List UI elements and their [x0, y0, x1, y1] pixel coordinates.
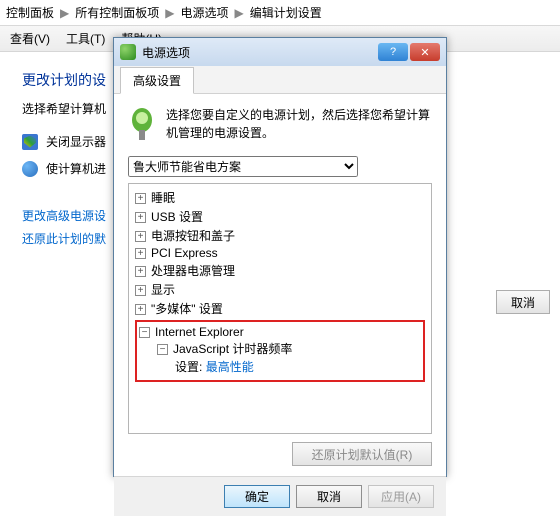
menu-view[interactable]: 查看(V) — [10, 30, 50, 47]
expand-icon[interactable]: + — [135, 231, 146, 242]
crumb-edit-plan[interactable]: 编辑计划设置 — [250, 4, 322, 21]
expand-icon[interactable]: + — [135, 304, 146, 315]
ok-button[interactable]: 确定 — [224, 485, 290, 508]
crumb-all-items[interactable]: 所有控制面板项 — [75, 4, 159, 21]
dialog-titlebar[interactable]: 电源选项 ? ✕ — [114, 38, 446, 66]
tree-item-sleep[interactable]: +睡眠 — [135, 188, 425, 207]
tab-advanced-settings[interactable]: 高级设置 — [120, 67, 194, 94]
settings-tree[interactable]: +睡眠 +USB 设置 +电源按钮和盖子 +PCI Express +处理器电源… — [128, 183, 432, 434]
tree-item-display[interactable]: +显示 — [135, 280, 425, 299]
tree-item-setting-value[interactable]: 设置: 最高性能 — [175, 357, 421, 376]
power-plan-icon — [128, 106, 156, 146]
expand-icon[interactable]: + — [135, 285, 146, 296]
crumb-power-options[interactable]: 电源选项 — [181, 4, 229, 21]
highlighted-region: −Internet Explorer −JavaScript 计时器频率 设置:… — [135, 320, 425, 382]
expand-icon[interactable]: + — [135, 266, 146, 277]
label-sleep-computer: 使计算机进 — [46, 160, 106, 177]
restore-defaults-button[interactable]: 还原计划默认值(R) — [292, 442, 432, 466]
chevron-right-icon: ▶ — [60, 6, 69, 20]
breadcrumb[interactable]: 控制面板 ▶ 所有控制面板项 ▶ 电源选项 ▶ 编辑计划设置 — [0, 0, 560, 26]
help-button[interactable]: ? — [378, 43, 408, 61]
tree-item-usb[interactable]: +USB 设置 — [135, 207, 425, 226]
close-button[interactable]: ✕ — [410, 43, 440, 61]
dialog-button-row: 确定 取消 应用(A) — [114, 476, 446, 516]
expand-icon[interactable]: + — [135, 193, 146, 204]
apply-button[interactable]: 应用(A) — [368, 485, 434, 508]
dialog-title: 电源选项 — [142, 44, 190, 61]
setting-value-link[interactable]: 最高性能 — [206, 360, 254, 374]
cancel-button-background[interactable]: 取消 — [496, 290, 550, 314]
menu-tools[interactable]: 工具(T) — [66, 30, 105, 47]
tree-item-cpu-power[interactable]: +处理器电源管理 — [135, 261, 425, 280]
power-options-dialog: 电源选项 ? ✕ 高级设置 选择您要自定义的电源计划，然后选择您希望计算机管理的… — [113, 37, 447, 477]
tree-item-multimedia[interactable]: +"多媒体" 设置 — [135, 299, 425, 318]
expand-icon[interactable]: + — [135, 212, 146, 223]
dialog-intro-text: 选择您要自定义的电源计划，然后选择您希望计算机管理的电源设置。 — [166, 106, 432, 146]
shield-icon — [22, 134, 38, 150]
chevron-right-icon: ▶ — [165, 6, 174, 20]
setting-label: 设置: — [175, 360, 202, 374]
chevron-right-icon: ▶ — [235, 6, 244, 20]
collapse-icon[interactable]: − — [139, 327, 150, 338]
collapse-icon[interactable]: − — [157, 344, 168, 355]
cancel-button[interactable]: 取消 — [296, 485, 362, 508]
label-turn-off-display: 关闭显示器 — [46, 133, 106, 150]
power-plan-select[interactable]: 鲁大师节能省电方案 — [128, 156, 358, 177]
tab-strip: 高级设置 — [114, 66, 446, 94]
tree-item-buttons-lid[interactable]: +电源按钮和盖子 — [135, 226, 425, 245]
tree-item-internet-explorer[interactable]: −Internet Explorer −JavaScript 计时器频率 设置:… — [139, 324, 421, 378]
crumb-control-panel[interactable]: 控制面板 — [6, 4, 54, 21]
tree-item-js-timer[interactable]: −JavaScript 计时器频率 设置: 最高性能 — [157, 339, 421, 377]
battery-icon — [120, 44, 136, 60]
tree-item-pci-express[interactable]: +PCI Express — [135, 245, 425, 261]
globe-icon — [22, 161, 38, 177]
expand-icon[interactable]: + — [135, 248, 146, 259]
